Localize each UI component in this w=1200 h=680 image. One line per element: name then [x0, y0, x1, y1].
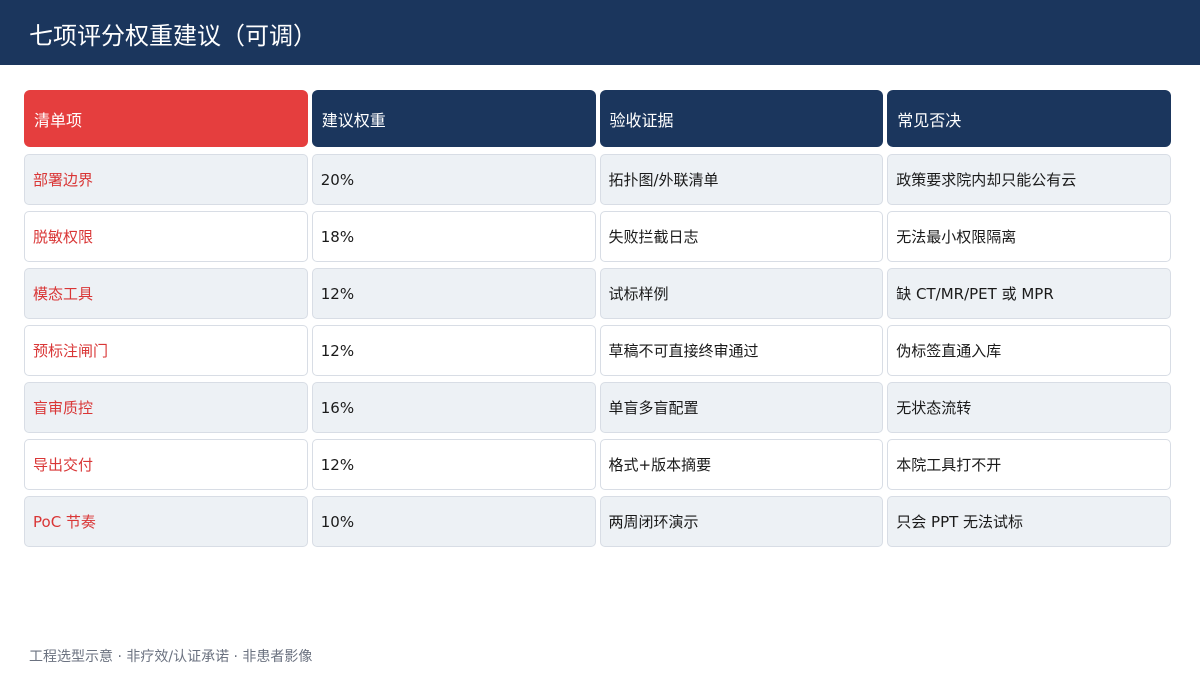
row-evidence: 格式+版本摘要	[599, 439, 884, 490]
table-row: 模态工具 12% 试标样例 缺 CT/MR/PET 或 MPR	[24, 268, 1173, 319]
table-row: PoC 节奏 10% 两周闭环演示 只会 PPT 无法试标	[24, 496, 1173, 547]
table-row: 盲审质控 16% 单盲多盲配置 无状态流转	[24, 382, 1173, 433]
row-weight: 12%	[311, 325, 596, 376]
row-evidence: 草稿不可直接终审通过	[599, 325, 884, 376]
row-veto: 无法最小权限隔离	[887, 211, 1171, 262]
row-evidence: 拓扑图/外联清单	[599, 154, 884, 205]
title-bar: 七项评分权重建议（可调）	[0, 0, 1200, 65]
row-evidence: 两周闭环演示	[599, 496, 884, 547]
row-evidence: 单盲多盲配置	[599, 382, 884, 433]
weight-table: 清单项 建议权重 验收证据 常见否决 部署边界 20% 拓扑图/外联清单 政策要…	[24, 90, 1173, 553]
table-row: 脱敏权限 18% 失败拦截日志 无法最小权限隔离	[24, 211, 1173, 262]
header-veto: 常见否决	[887, 90, 1171, 147]
row-item: 预标注闸门	[24, 325, 308, 376]
table-row: 导出交付 12% 格式+版本摘要 本院工具打不开	[24, 439, 1173, 490]
header-weight: 建议权重	[311, 90, 596, 147]
row-weight: 12%	[311, 439, 596, 490]
footer-note: 工程选型示意 · 非疗效/认证承诺 · 非患者影像	[29, 649, 313, 665]
row-veto: 本院工具打不开	[887, 439, 1171, 490]
row-veto: 无状态流转	[887, 382, 1171, 433]
row-item: 导出交付	[24, 439, 308, 490]
row-evidence: 试标样例	[599, 268, 884, 319]
header-item: 清单项	[24, 90, 308, 147]
row-item: 模态工具	[24, 268, 308, 319]
row-evidence: 失败拦截日志	[599, 211, 884, 262]
table-row: 部署边界 20% 拓扑图/外联清单 政策要求院内却只能公有云	[24, 154, 1173, 205]
row-weight: 10%	[311, 496, 596, 547]
row-item: 盲审质控	[24, 382, 308, 433]
row-item: 脱敏权限	[24, 211, 308, 262]
row-veto: 伪标签直通入库	[887, 325, 1171, 376]
header-evidence: 验收证据	[599, 90, 884, 147]
row-weight: 20%	[311, 154, 596, 205]
table-header-row: 清单项 建议权重 验收证据 常见否决	[24, 90, 1173, 147]
row-item: PoC 节奏	[24, 496, 308, 547]
page-title: 七项评分权重建议（可调）	[29, 22, 317, 50]
table-row: 预标注闸门 12% 草稿不可直接终审通过 伪标签直通入库	[24, 325, 1173, 376]
row-weight: 12%	[311, 268, 596, 319]
row-veto: 只会 PPT 无法试标	[887, 496, 1171, 547]
row-veto: 政策要求院内却只能公有云	[887, 154, 1171, 205]
row-weight: 16%	[311, 382, 596, 433]
row-item: 部署边界	[24, 154, 308, 205]
row-veto: 缺 CT/MR/PET 或 MPR	[887, 268, 1171, 319]
row-weight: 18%	[311, 211, 596, 262]
